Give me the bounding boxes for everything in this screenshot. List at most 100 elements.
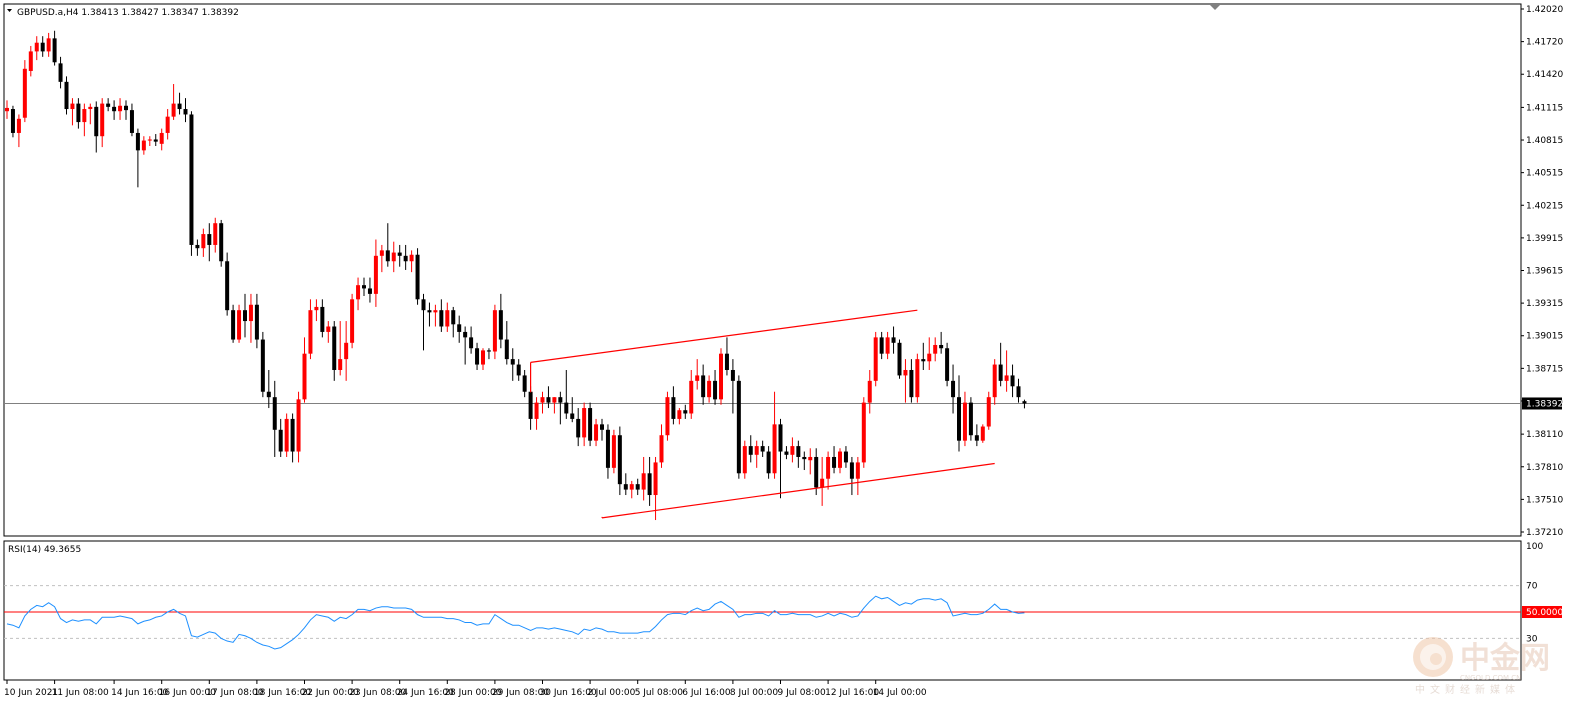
- price-axis-label: 1.38110: [1526, 430, 1563, 440]
- candle-body: [814, 456, 819, 488]
- candle: [861, 397, 866, 468]
- candle: [611, 429, 616, 474]
- candle-body: [272, 397, 277, 430]
- watermark-name: 中金网: [1460, 641, 1550, 676]
- candle-body: [849, 462, 854, 479]
- candle-body: [314, 306, 319, 311]
- candle: [736, 375, 741, 479]
- candle-body: [707, 380, 712, 398]
- candle-body: [451, 310, 456, 325]
- price-axis-label: 1.39615: [1526, 267, 1563, 277]
- candle: [415, 248, 420, 305]
- candle-body: [915, 359, 920, 398]
- candle-body: [159, 132, 164, 144]
- candle-body: [671, 397, 676, 419]
- candle-body: [237, 310, 242, 340]
- candle-body: [260, 339, 265, 392]
- candle-body: [141, 140, 146, 151]
- time-axis-label: 10 Jun 2021: [4, 688, 58, 698]
- candle-body: [939, 344, 944, 349]
- candle-body: [635, 484, 640, 490]
- candle-body: [820, 478, 825, 488]
- candle: [968, 397, 973, 441]
- candle-body: [165, 116, 170, 133]
- candle-body: [516, 364, 521, 376]
- candle-body: [600, 424, 604, 430]
- candle-body: [766, 451, 771, 474]
- candle-body: [754, 446, 759, 455]
- candle-body: [832, 456, 837, 468]
- candle: [873, 331, 878, 387]
- candle-body: [34, 42, 39, 52]
- candle-body: [885, 337, 890, 354]
- price-axis-label: 1.41420: [1526, 70, 1563, 80]
- price-axis-label: 1.41720: [1526, 38, 1563, 48]
- candle-body: [962, 402, 967, 441]
- rsi-axis-label: 100: [1526, 542, 1543, 552]
- watermark: 中金网 CNGOLD.COM.CN 中文财经新媒体: [1413, 637, 1550, 696]
- candle-body: [189, 114, 194, 245]
- candle: [665, 391, 670, 441]
- chart-canvas: 1.42020 1.41720 1.41420 1.41115 1.40815 1.405…: [3, 3, 1563, 698]
- candle-body: [5, 107, 9, 112]
- candle-body: [808, 456, 813, 461]
- candle: [284, 413, 289, 457]
- candle-body: [94, 106, 99, 137]
- candle-body: [957, 397, 961, 441]
- candle-body: [784, 451, 789, 455]
- candle-body: [338, 359, 343, 370]
- candle-body: [58, 63, 63, 82]
- candle-body: [129, 110, 134, 133]
- candle-body: [492, 310, 497, 352]
- candle: [260, 331, 265, 398]
- candle-body: [683, 410, 688, 414]
- candle-body: [486, 350, 491, 352]
- candle-body: [16, 118, 21, 133]
- candle-body: [677, 410, 682, 419]
- candle-body: [135, 132, 140, 151]
- candle-body: [183, 109, 188, 115]
- candle-body: [433, 310, 438, 313]
- candle-body: [879, 337, 884, 354]
- candle-body: [629, 484, 634, 490]
- candle-body: [1022, 401, 1027, 404]
- time-axis-label: 14 Jul 00:00: [873, 688, 927, 698]
- candle-body: [540, 397, 545, 403]
- candle-body: [611, 435, 616, 468]
- candle: [986, 391, 991, 430]
- candle: [915, 353, 920, 403]
- candle: [231, 304, 236, 343]
- candle-body: [409, 254, 414, 262]
- candle: [980, 424, 985, 443]
- candle-body: [724, 353, 729, 370]
- candle-body: [284, 418, 289, 452]
- candle-body: [362, 285, 366, 289]
- candle-body: [659, 435, 664, 463]
- candle-body: [177, 103, 182, 110]
- rsi-axis-label: 70: [1526, 582, 1538, 592]
- candle-body: [838, 451, 842, 468]
- watermark-slogan: 中文财经新媒体: [1415, 683, 1520, 696]
- rsi-panel[interactable]: [3, 540, 1522, 681]
- candle-body: [992, 364, 997, 398]
- candle-body: [320, 306, 325, 332]
- price-axis-label: 1.39315: [1526, 299, 1563, 309]
- candle-body: [40, 42, 45, 52]
- candle-body: [873, 337, 878, 381]
- candle-body: [415, 254, 420, 300]
- candle: [492, 304, 497, 360]
- candle-body: [445, 310, 450, 327]
- candle-body: [243, 310, 247, 322]
- candle-body: [701, 375, 706, 398]
- candle-body: [64, 81, 69, 110]
- candle-body: [742, 446, 747, 474]
- candle-body: [576, 418, 581, 438]
- candle-body: [730, 369, 735, 381]
- candle-body: [147, 139, 152, 141]
- candle: [219, 219, 224, 267]
- time-axis-label: 12 Jul 16:00: [825, 688, 879, 698]
- rsi-mid-tag-label: 50.0000: [1526, 608, 1563, 618]
- candle-body: [70, 103, 75, 110]
- candle-body: [510, 359, 515, 365]
- candle-body: [498, 310, 503, 340]
